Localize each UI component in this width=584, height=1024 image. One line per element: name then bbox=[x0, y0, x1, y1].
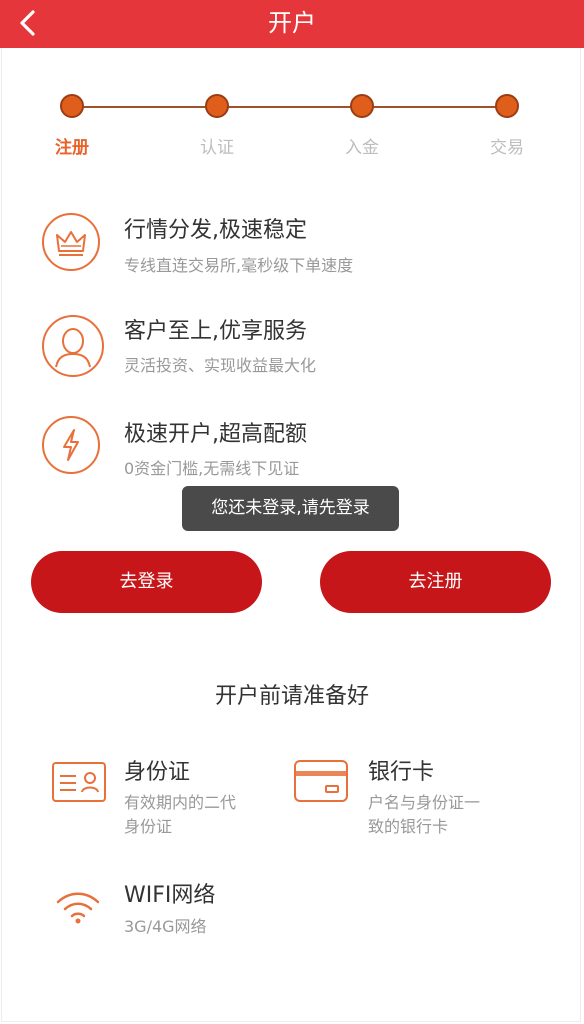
prepare-desc-id-card-1: 有效期内的二代 bbox=[124, 793, 237, 812]
stepper-line bbox=[72, 106, 508, 108]
step-dot-verify bbox=[205, 94, 229, 118]
page-title: 开户 bbox=[268, 9, 316, 37]
feature-desc-service: 灵活投资、实现收益最大化 bbox=[124, 356, 317, 375]
crown-icon bbox=[42, 213, 100, 271]
prepare-desc-bank-card-2: 致的银行卡 bbox=[368, 817, 449, 836]
bank-card-icon bbox=[294, 760, 348, 806]
step-label-deposit: 入金 bbox=[345, 138, 379, 158]
prepare-item-wifi: WIFI网络 bbox=[124, 883, 216, 908]
prepare-desc-wifi: 3G/4G网络 bbox=[124, 917, 207, 936]
login-button[interactable]: 去登录 bbox=[31, 551, 262, 613]
step-dot-deposit bbox=[350, 94, 374, 118]
prepare-item-id-card: 身份证 bbox=[124, 760, 191, 785]
step-dot-trade bbox=[495, 94, 519, 118]
step-label-verify: 认证 bbox=[200, 138, 234, 158]
content-frame bbox=[1, 48, 581, 1022]
prepare-desc-bank-card-1: 户名与身份证一 bbox=[368, 793, 481, 812]
user-icon bbox=[42, 315, 104, 377]
prepare-desc-id-card-2: 身份证 bbox=[124, 817, 173, 836]
feature-desc-market: 专线直连交易所,毫秒级下单速度 bbox=[124, 256, 354, 275]
feature-title-fast-open: 极速开户,超高配额 bbox=[124, 422, 307, 447]
feature-desc-fast-open: 0资金门槛,无需线下见证 bbox=[124, 459, 300, 478]
login-toast: 您还未登录,请先登录 bbox=[182, 486, 399, 531]
prepare-title: 开户前请准备好 bbox=[214, 684, 369, 709]
feature-title-service: 客户至上,优享服务 bbox=[124, 319, 307, 344]
header-bar: 开户 bbox=[0, 0, 584, 48]
lightning-icon bbox=[42, 416, 100, 474]
wifi-icon bbox=[54, 886, 102, 930]
step-dot-register bbox=[60, 94, 84, 118]
step-label-trade: 交易 bbox=[490, 138, 524, 158]
prepare-item-bank-card: 银行卡 bbox=[368, 760, 435, 785]
step-label-register: 注册 bbox=[55, 138, 89, 158]
feature-title-market: 行情分发,极速稳定 bbox=[124, 218, 307, 243]
id-card-icon bbox=[52, 762, 106, 806]
register-button[interactable]: 去注册 bbox=[320, 551, 551, 613]
